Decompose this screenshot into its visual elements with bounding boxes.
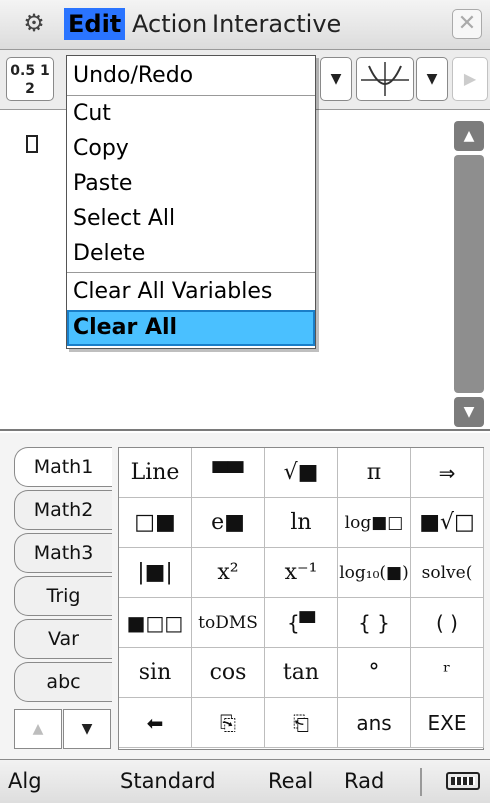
menu-item-cut[interactable]: Cut (67, 96, 315, 132)
key-abs[interactable]: |■| (119, 548, 192, 598)
key-square[interactable]: x² (192, 548, 265, 598)
menu-edit[interactable]: Edit (64, 8, 126, 40)
scroll-up-icon[interactable]: ▲ (454, 121, 484, 151)
menu-item-paste[interactable]: Paste (67, 166, 315, 202)
scrollbar[interactable]: ▲ ▼ (454, 121, 484, 427)
graph-icon[interactable] (356, 57, 414, 101)
key-log10[interactable]: log₁₀(■) (338, 548, 411, 598)
key-cos[interactable]: cos (192, 648, 265, 698)
scroll-thumb[interactable] (454, 155, 484, 393)
battery-icon (446, 772, 480, 790)
status-bar: Alg Standard Real Rad (0, 759, 490, 803)
key-solve[interactable]: solve( (411, 548, 484, 598)
menu-item-delete[interactable]: Delete (67, 236, 315, 272)
key-exe[interactable]: EXE (411, 698, 484, 748)
tab-abc[interactable]: abc (14, 662, 112, 702)
tab-math3[interactable]: Math3 (14, 533, 112, 573)
status-divider (420, 768, 422, 796)
key-nth-root[interactable]: ■√□ (411, 498, 484, 548)
copy-icon[interactable]: ⎘ (192, 698, 265, 748)
tab-math1[interactable]: Math1 (14, 447, 112, 487)
input-cursor-box[interactable] (26, 135, 38, 153)
paste-icon[interactable]: ⎗ (265, 698, 338, 748)
menu-action[interactable]: Action (128, 8, 211, 40)
key-grid: Line ▀▀ √■ π ⇒ □■ e■ ln log■□ ■√□ |■| x²… (118, 447, 484, 750)
backspace-icon[interactable]: ⬅ (119, 698, 192, 748)
toolbar-dropdown-arrow-1[interactable]: ▼ (320, 57, 352, 101)
key-fraction-template[interactable]: ▀▀ (192, 448, 265, 498)
key-line[interactable]: Line (119, 448, 192, 498)
key-piecewise[interactable]: {▀ (265, 598, 338, 648)
key-exp[interactable]: e■ (192, 498, 265, 548)
menu-item-copy[interactable]: Copy (67, 131, 315, 167)
key-todms[interactable]: toDMS (192, 598, 265, 648)
key-mixed-fraction[interactable]: ■□□ (119, 598, 192, 648)
fraction-toggle-bottom: 2 (25, 81, 35, 97)
edit-menu-dropdown: Undo/Redo Cut Copy Paste Select All Dele… (66, 55, 316, 349)
key-pi[interactable]: π (338, 448, 411, 498)
tab-math2[interactable]: Math2 (14, 490, 112, 530)
key-ln[interactable]: ln (265, 498, 338, 548)
menu-item-clear-all[interactable]: Clear All (67, 310, 315, 346)
play-icon[interactable]: ▶ (452, 57, 488, 101)
graph-icon-svg (361, 62, 409, 96)
keyboard-down-arrow-icon[interactable]: ▼ (63, 709, 111, 749)
menu-item-clear-all-variables[interactable]: Clear All Variables (67, 274, 315, 310)
key-radian[interactable]: ʳ (411, 648, 484, 698)
status-format[interactable]: Standard (120, 760, 216, 802)
menu-item-select-all[interactable]: Select All (67, 201, 315, 237)
key-tan[interactable]: tan (265, 648, 338, 698)
key-inverse[interactable]: x⁻¹ (265, 548, 338, 598)
toolbar-dropdown-arrow-2[interactable]: ▼ (416, 57, 448, 101)
close-icon[interactable]: ✕ (452, 9, 482, 39)
status-mode[interactable]: Alg (8, 760, 42, 802)
gear-icon[interactable]: ⚙ (20, 9, 48, 37)
fraction-toggle-top: 0.5 1 (10, 63, 50, 79)
key-parentheses[interactable]: ( ) (411, 598, 484, 648)
tab-var[interactable]: Var (14, 619, 112, 659)
key-power[interactable]: □■ (119, 498, 192, 548)
key-degree[interactable]: ° (338, 648, 411, 698)
menu-divider (67, 272, 315, 273)
menu-item-undo-redo[interactable]: Undo/Redo (67, 58, 315, 94)
fraction-toggle-icon[interactable]: 0.5 1 2 (6, 57, 54, 101)
tab-trig[interactable]: Trig (14, 576, 112, 616)
key-ans[interactable]: ans (338, 698, 411, 748)
status-number[interactable]: Real (268, 760, 313, 802)
soft-keyboard: Math1 Math2 Math3 Trig Var abc ▲ ▼ Line … (0, 433, 490, 759)
key-implies[interactable]: ⇒ (411, 448, 484, 498)
menu-bar: ⚙ Edit Action Interactive ✕ (0, 0, 490, 50)
keyboard-up-arrow-icon[interactable]: ▲ (14, 709, 62, 749)
status-angle[interactable]: Rad (344, 760, 384, 802)
scroll-down-icon[interactable]: ▼ (454, 397, 484, 427)
key-sin[interactable]: sin (119, 648, 192, 698)
key-sqrt[interactable]: √■ (265, 448, 338, 498)
key-log-base[interactable]: log■□ (338, 498, 411, 548)
menu-interactive[interactable]: Interactive (208, 8, 345, 40)
key-braces[interactable]: { } (338, 598, 411, 648)
